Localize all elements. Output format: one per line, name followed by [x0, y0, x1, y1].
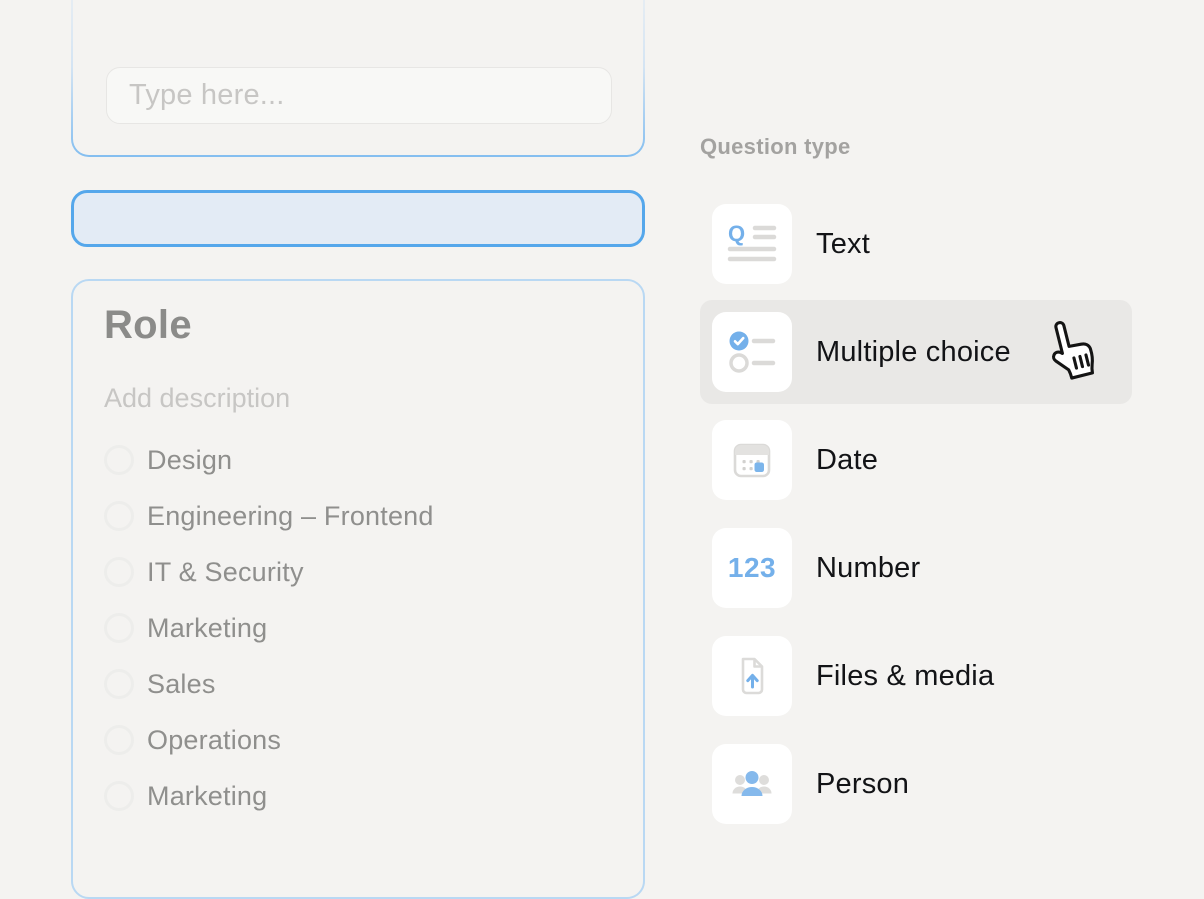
calendar-icon [712, 420, 792, 500]
question-type-label: Person [816, 732, 909, 836]
radio-option-sales[interactable]: Sales [104, 656, 434, 712]
question-block-previous-body: Type here... [73, 0, 643, 155]
answer-input[interactable]: Type here... [106, 67, 612, 124]
number-123-text: 123 [728, 552, 776, 584]
question-type-panel-title: Question type [700, 134, 851, 160]
radio-circle-icon [104, 781, 134, 811]
pointing-hand-cursor [1042, 318, 1104, 389]
question-type-label: Files & media [816, 624, 994, 728]
radio-circle-icon [104, 613, 134, 643]
question-type-label: Date [816, 408, 878, 512]
radio-option-operations[interactable]: Operations [104, 712, 434, 768]
radio-option-label: Operations [147, 725, 281, 756]
radio-circle-icon [104, 725, 134, 755]
role-question-block[interactable]: Role Add description Design Engineering … [71, 279, 645, 899]
question-title[interactable]: Role [104, 303, 192, 348]
radio-option-label: Engineering – Frontend [147, 501, 434, 532]
file-upload-icon [712, 636, 792, 716]
svg-text:Q: Q [728, 221, 745, 246]
text-question-icon: Q [712, 204, 792, 284]
radio-option-label: Design [147, 445, 232, 476]
question-type-files-media[interactable]: Files & media [700, 624, 1132, 728]
question-type-label: Text [816, 192, 870, 296]
radio-option-label: IT & Security [147, 557, 304, 588]
question-type-label: Number [816, 516, 920, 620]
radio-circle-icon [104, 669, 134, 699]
radio-option-label: Sales [147, 669, 216, 700]
question-type-number[interactable]: 123 Number [700, 516, 1132, 620]
question-type-date[interactable]: Date [700, 408, 1132, 512]
radio-option-design[interactable]: Design [104, 432, 434, 488]
question-description-placeholder[interactable]: Add description [104, 383, 290, 414]
radio-circle-icon [104, 501, 134, 531]
selected-empty-question-block[interactable] [71, 190, 645, 247]
answer-input-placeholder: Type here... [129, 79, 285, 112]
radio-option-label: Marketing [147, 781, 267, 812]
number-123-icon: 123 [712, 528, 792, 608]
person-icon [712, 744, 792, 824]
question-type-person[interactable]: Person [700, 732, 1132, 836]
radio-option-engineering-frontend[interactable]: Engineering – Frontend [104, 488, 434, 544]
question-block-previous[interactable]: Type here... [71, 0, 645, 157]
radio-circle-icon [104, 445, 134, 475]
question-type-label: Multiple choice [816, 300, 1011, 404]
radio-circle-icon [104, 557, 134, 587]
radio-option-label: Marketing [147, 613, 267, 644]
radio-option-list: Design Engineering – Frontend IT & Secur… [104, 432, 434, 824]
multiple-choice-icon [712, 312, 792, 392]
radio-option-marketing[interactable]: Marketing [104, 600, 434, 656]
question-type-text[interactable]: Q Text [700, 192, 1132, 296]
radio-option-marketing-2[interactable]: Marketing [104, 768, 434, 824]
radio-option-it-security[interactable]: IT & Security [104, 544, 434, 600]
